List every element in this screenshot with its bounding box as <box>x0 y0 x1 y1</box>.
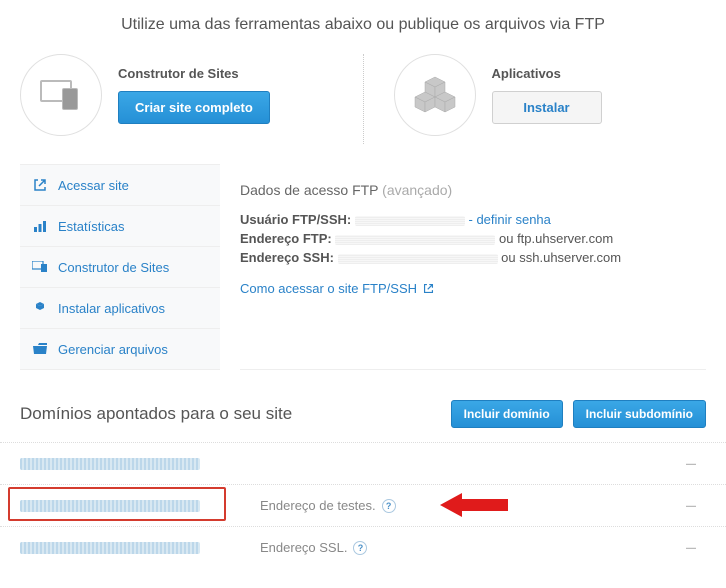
include-subdomain-button[interactable]: Incluir subdomínio <box>573 400 706 428</box>
devices-small-icon <box>32 259 48 275</box>
sidebar-item-access-site[interactable]: Acessar site <box>20 164 220 206</box>
include-domain-button[interactable]: Incluir domínio <box>451 400 563 428</box>
sidebar-item-manage-files[interactable]: Gerenciar arquivos <box>20 329 220 370</box>
sidebar-item-label: Estatísticas <box>58 219 124 234</box>
define-password-link[interactable]: - definir senha <box>469 212 551 227</box>
redacted-domain <box>20 542 200 554</box>
cubes-small-icon <box>32 300 48 316</box>
sidebar-item-label: Construtor de Sites <box>58 260 169 275</box>
devices-icon <box>20 54 102 136</box>
sidebar-item-stats[interactable]: Estatísticas <box>20 206 220 247</box>
sidebar-item-install-apps[interactable]: Instalar aplicativos <box>20 288 220 329</box>
redacted-domain <box>20 458 200 470</box>
sidebar-item-label: Acessar site <box>58 178 129 193</box>
row-action-placeholder: – <box>686 495 706 516</box>
create-site-button[interactable]: Criar site completo <box>118 91 270 124</box>
mid-section: Acessar site Estatísticas Construtor de … <box>0 164 726 390</box>
chart-icon <box>32 218 48 234</box>
tool-site-builder: Construtor de Sites Criar site completo <box>20 54 333 136</box>
domain-row-test: Endereço de testes. ? – <box>0 484 726 526</box>
help-icon[interactable]: ? <box>353 541 367 555</box>
domains-title: Domínios apontados para o seu site <box>20 404 292 424</box>
domain-row: – <box>0 442 726 484</box>
ftp-advanced-label: (avançado) <box>382 182 452 198</box>
redacted-value <box>338 254 498 264</box>
sidebar-item-label: Gerenciar arquivos <box>58 342 168 357</box>
tool-title-builder: Construtor de Sites <box>118 66 270 81</box>
ftp-user-line: Usuário FTP/SSH: - definir senha <box>240 212 706 227</box>
arrow-annotation <box>440 491 510 519</box>
domains-header: Domínios apontados para o seu site Inclu… <box>0 390 726 442</box>
sidebar-item-builder[interactable]: Construtor de Sites <box>20 247 220 288</box>
domain-row-ssl: Endereço SSL. ? – <box>0 526 726 568</box>
ftp-addr-line: Endereço FTP: ou ftp.uhserver.com <box>240 231 706 246</box>
folder-icon <box>32 341 48 357</box>
ftp-panel: Dados de acesso FTP (avançado) Usuário F… <box>240 164 706 370</box>
tool-apps: Aplicativos Instalar <box>394 54 707 136</box>
tool-title-apps: Aplicativos <box>492 66 602 81</box>
help-icon[interactable]: ? <box>382 499 396 513</box>
row-action-placeholder: – <box>686 537 706 558</box>
ssh-addr-line: Endereço SSH: ou ssh.uhserver.com <box>240 250 706 265</box>
redacted-value <box>335 235 495 245</box>
domain-row-label: Endereço SSL. ? <box>260 540 367 555</box>
vertical-divider <box>363 54 364 144</box>
install-button[interactable]: Instalar <box>492 91 602 124</box>
redacted-domain <box>20 500 200 512</box>
external-link-icon <box>423 283 434 294</box>
ftp-title: Dados de acesso FTP (avançado) <box>240 182 706 198</box>
page-subtitle: Utilize uma das ferramentas abaixo ou pu… <box>0 0 726 54</box>
row-action-placeholder: – <box>686 453 706 474</box>
sidebar: Acessar site Estatísticas Construtor de … <box>20 164 220 370</box>
ftp-access-link[interactable]: Como acessar o site FTP/SSH <box>240 281 434 296</box>
external-link-icon <box>32 177 48 193</box>
cubes-icon <box>394 54 476 136</box>
domain-row-label: Endereço de testes. ? <box>260 498 396 513</box>
sidebar-item-label: Instalar aplicativos <box>58 301 165 316</box>
redacted-value <box>355 216 465 226</box>
tools-row: Construtor de Sites Criar site completo … <box>0 54 726 164</box>
